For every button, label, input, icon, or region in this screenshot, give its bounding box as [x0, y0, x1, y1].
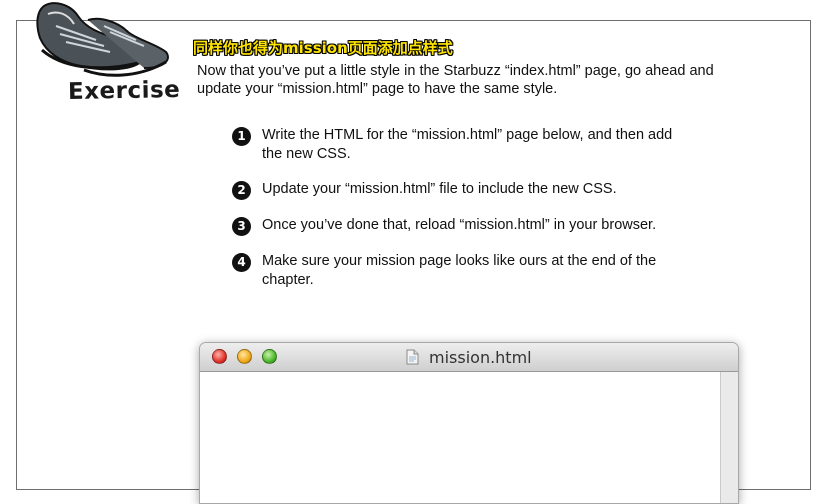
minimize-window-button[interactable]	[237, 349, 252, 364]
step-number-badge: 1	[232, 127, 251, 146]
browser-titlebar[interactable]: mission.html	[200, 343, 738, 372]
step-item: 3 Once you’ve done that, reload “mission…	[232, 216, 692, 236]
exercise-title: 同样你也得为mission页面添加点样式	[193, 39, 453, 57]
step-item: 4 Make sure your mission page looks like…	[232, 252, 692, 290]
step-text: Once you’ve done that, reload “mission.h…	[262, 217, 657, 233]
step-text: Update your “mission.html” file to inclu…	[262, 181, 617, 197]
running-shoes-icon	[36, 2, 169, 77]
step-item: 2 Update your “mission.html” file to inc…	[232, 180, 692, 200]
step-item: 1 Write the HTML for the “mission.html” …	[232, 126, 692, 164]
step-number-badge: 2	[232, 181, 251, 200]
document-icon	[406, 349, 419, 365]
exercise-intro: Now that you’ve put a little style in th…	[197, 63, 714, 97]
browser-window-title: mission.html	[429, 348, 532, 367]
browser-window: mission.html	[199, 342, 739, 504]
browser-page-content[interactable]	[200, 372, 720, 503]
zoom-window-button[interactable]	[262, 349, 277, 364]
step-text: Write the HTML for the “mission.html” pa…	[262, 127, 673, 162]
close-window-button[interactable]	[212, 349, 227, 364]
browser-window-mockup: mission.html	[199, 342, 739, 504]
vertical-scrollbar[interactable]	[720, 372, 738, 503]
step-number-badge: 4	[232, 253, 251, 272]
exercise-label: Exercise	[65, 76, 183, 106]
step-number-badge: 3	[232, 217, 251, 236]
step-text: Make sure your mission page looks like o…	[262, 253, 657, 288]
step-list: 1 Write the HTML for the “mission.html” …	[232, 126, 692, 290]
